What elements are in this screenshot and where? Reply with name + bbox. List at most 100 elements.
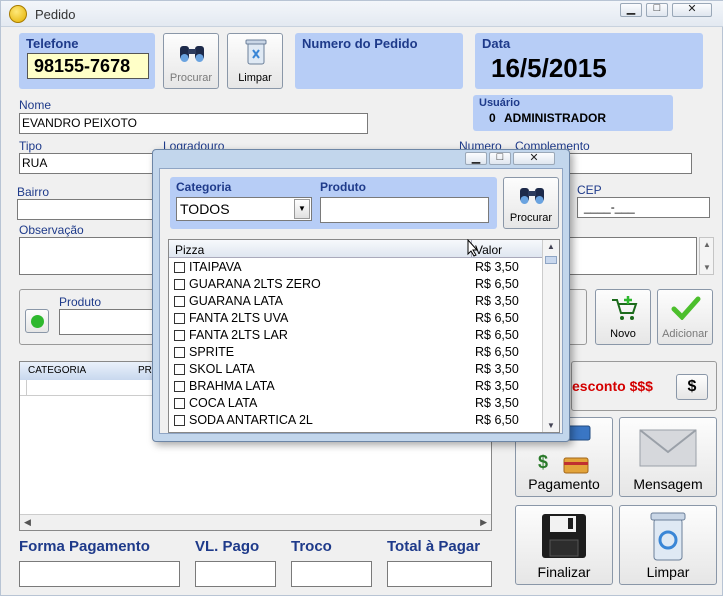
list-item[interactable]: ITAIPAVA R$ 3,50 — [170, 259, 541, 276]
dialog-produto-field[interactable] — [320, 197, 489, 223]
produto-field[interactable] — [59, 309, 159, 335]
numero-pedido-label: Numero do Pedido — [302, 36, 418, 51]
item-checkbox[interactable] — [174, 313, 185, 324]
item-checkbox[interactable] — [174, 330, 185, 341]
envelope-icon — [639, 429, 697, 467]
item-checkbox[interactable] — [174, 381, 185, 392]
binoculars-icon — [180, 46, 204, 62]
dialog-procurar-label: Procurar — [509, 212, 553, 224]
scrollbar-thumb[interactable] — [545, 256, 557, 264]
item-checkbox[interactable] — [174, 364, 185, 375]
cart-icon — [612, 296, 638, 320]
limpar-top-label: Limpar — [238, 72, 272, 84]
recycle-bin-icon — [650, 512, 686, 561]
list-item[interactable]: COCA LATA R$ 3,50 — [170, 395, 541, 412]
usuario-name: ADMINISTRADOR — [504, 111, 606, 125]
list-item[interactable]: FANTA 2LTS UVA R$ 6,50 — [170, 310, 541, 327]
minimize-button[interactable]: ▁ — [620, 3, 642, 17]
item-name: SODA ANTARTICA 2L — [189, 413, 313, 427]
item-checkbox[interactable] — [174, 347, 185, 358]
list-item[interactable]: GUARANA 2LTS ZERO R$ 6,50 — [170, 276, 541, 293]
dialog-close-button[interactable]: ✕ — [513, 152, 555, 165]
total-pagar-label: Total à Pagar — [387, 538, 481, 555]
novo-button[interactable]: Novo — [595, 289, 651, 345]
item-checkbox[interactable] — [174, 279, 185, 290]
item-name: COCA LATA — [189, 396, 258, 410]
categoria-label: Categoria — [176, 180, 232, 194]
desconto-label: esconto $$$ — [572, 378, 653, 394]
observacao-field-left[interactable] — [19, 237, 161, 275]
item-price: R$ 6,50 — [475, 413, 519, 427]
data-label: Data — [482, 36, 511, 51]
product-search-dialog: ▁ □ ✕ Categoria TODOS ▼ Produto Procurar… — [152, 149, 570, 442]
table-header-pr: PR — [138, 365, 152, 376]
observacao-field[interactable] — [566, 237, 697, 275]
finalizar-button[interactable]: Finalizar — [515, 505, 613, 585]
maximize-button[interactable]: □ — [646, 2, 668, 17]
usuario-label: Usuário — [479, 97, 520, 109]
forma-pagamento-label: Forma Pagamento — [19, 538, 150, 555]
chevron-down-icon[interactable]: ▼ — [294, 199, 310, 219]
nome-label: Nome — [19, 98, 52, 112]
item-price: R$ 3,50 — [475, 294, 519, 308]
item-name: GUARANA LATA — [189, 294, 284, 308]
pagamento-label: Pagamento — [528, 476, 600, 492]
limpar-top-button[interactable]: Limpar — [227, 33, 283, 89]
item-name: GUARANA 2LTS ZERO — [189, 277, 321, 291]
nome-field[interactable]: EVANDRO PEIXOTO — [19, 113, 368, 134]
mouse-cursor-icon — [467, 239, 479, 257]
table-hscrollbar[interactable]: ◀ ▶ — [20, 514, 491, 530]
item-price: R$ 6,50 — [475, 328, 519, 342]
dialog-procurar-button[interactable]: Procurar — [503, 177, 559, 229]
finalizar-label: Finalizar — [537, 564, 591, 580]
item-name: FANTA 2LTS LAR — [189, 328, 288, 342]
item-price: R$ 3,50 — [475, 362, 519, 376]
procurar-button[interactable]: Procurar — [163, 33, 219, 89]
procurar-label: Procurar — [169, 72, 213, 84]
forma-pagamento-field[interactable] — [19, 561, 180, 587]
tipo-field[interactable]: RUA — [19, 153, 159, 174]
novo-label: Novo — [610, 328, 636, 340]
search-panel: Categoria TODOS ▼ Produto — [170, 177, 497, 229]
adicionar-label: Adicionar — [662, 328, 708, 340]
list-item[interactable]: BRAHMA LATA R$ 3,50 — [170, 378, 541, 395]
list-item[interactable]: FANTA 2LTS LAR R$ 6,50 — [170, 327, 541, 344]
mensagem-button[interactable]: Mensagem — [619, 417, 717, 497]
data-value: 16/5/2015 — [491, 53, 607, 83]
list-item[interactable]: GUARANA LATA R$ 3,50 — [170, 293, 541, 310]
usuario-id: 0 — [489, 111, 496, 125]
dialog-maximize-button[interactable]: □ — [489, 151, 511, 165]
cep-field[interactable]: ____-___ — [577, 197, 710, 218]
dialog-body: Categoria TODOS ▼ Produto Procurar Pizza… — [159, 168, 563, 434]
observacao-scrollbar[interactable]: ▲ ▼ — [699, 237, 714, 275]
bairro-field[interactable] — [17, 199, 159, 220]
refresh-icon — [31, 315, 44, 328]
list-item[interactable]: SPRITE R$ 6,50 — [170, 344, 541, 361]
item-checkbox[interactable] — [174, 398, 185, 409]
list-item[interactable]: SODA ANTARTICA 2L R$ 6,50 — [170, 412, 541, 429]
item-price: R$ 3,50 — [475, 396, 519, 410]
desconto-button[interactable]: $ — [676, 374, 708, 400]
list-item[interactable]: SKOL LATA R$ 3,50 — [170, 361, 541, 378]
dialog-minimize-button[interactable]: ▁ — [465, 152, 487, 165]
categoria-select[interactable]: TODOS ▼ — [176, 197, 312, 221]
complemento-field[interactable] — [561, 153, 692, 174]
title-bar: Pedido ▁ □ ✕ — [1, 1, 723, 27]
limpar-bottom-button[interactable]: Limpar — [619, 505, 717, 585]
troco-field[interactable] — [291, 561, 372, 587]
list-header-pizza: Pizza — [175, 243, 205, 257]
item-checkbox[interactable] — [174, 262, 185, 273]
refresh-button[interactable] — [25, 309, 49, 333]
tipo-label: Tipo — [19, 139, 42, 153]
close-button[interactable]: ✕ — [672, 3, 712, 17]
product-list[interactable]: Pizza Valor ITAIPAVA R$ 3,50 GUARANA 2LTS … — [168, 239, 560, 433]
vl-pago-field[interactable] — [195, 561, 276, 587]
item-checkbox[interactable] — [174, 296, 185, 307]
telefone-field[interactable]: 98155-7678 — [27, 53, 149, 79]
window-title: Pedido — [35, 7, 76, 22]
binoculars-icon — [520, 188, 544, 204]
total-pagar-field[interactable] — [387, 561, 492, 587]
item-checkbox[interactable] — [174, 415, 185, 426]
product-list-scrollbar[interactable]: ▲ ▼ — [542, 240, 559, 432]
adicionar-button[interactable]: Adicionar — [657, 289, 713, 345]
